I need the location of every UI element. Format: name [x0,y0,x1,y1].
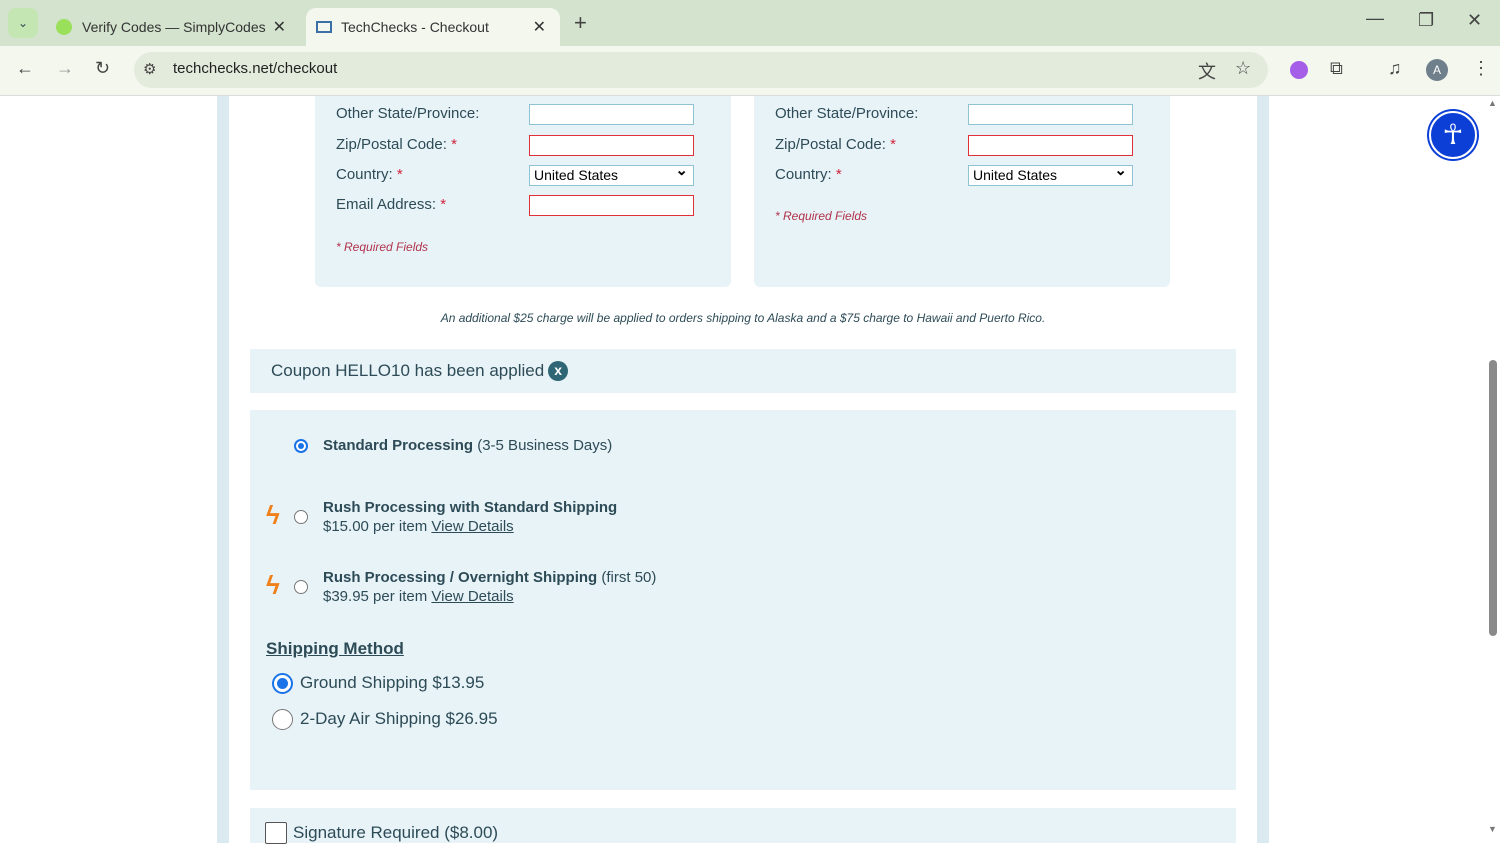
rush-standard-radio[interactable] [294,510,308,524]
tab-title: Verify Codes — SimplyCodes [82,19,266,35]
coupon-message: Coupon HELLO10 has been applied x [271,361,569,381]
remove-coupon-icon[interactable]: x [548,361,569,381]
restore-icon[interactable]: ❐ [1418,10,1434,31]
billing-email-input[interactable] [529,195,694,216]
country-label: Country: * [336,166,403,183]
shipping-country-select[interactable]: United States [968,161,1133,186]
url-text[interactable]: techchecks.net/checkout [173,60,337,77]
lightning-icon: ϟ [266,570,280,600]
accessibility-icon: ☥ [1442,119,1464,150]
reload-icon[interactable]: ↻ [95,58,110,79]
other-state-label: Other State/Province: [775,105,919,122]
zip-label: Zip/Postal Code: * [775,136,896,153]
minimize-icon[interactable]: — [1366,8,1384,29]
extension-icon[interactable] [1290,61,1308,79]
scrollbar[interactable]: ▲ ▼ [1486,96,1500,843]
content-border-right [1257,96,1269,843]
simplycodes-favicon [56,19,72,35]
tab-techchecks[interactable]: TechChecks - Checkout ✕ [306,8,560,46]
tab-bar: ⌄ Verify Codes — SimplyCodes ✕ TechChecks… [0,0,1500,46]
tab-simplycodes[interactable]: Verify Codes — SimplyCodes ✕ [50,8,300,46]
content-border-left [217,96,229,843]
standard-processing-label: Standard Processing (3-5 Business Days) [323,437,613,454]
rush-standard-label: Rush Processing with Standard Shipping $1… [323,499,618,535]
tab-title: TechChecks - Checkout [341,19,489,35]
shipping-method-title: Shipping Method [266,639,404,658]
rush-overnight-radio[interactable] [294,580,308,594]
billing-country-select[interactable]: United States [529,161,694,186]
standard-processing-radio[interactable] [294,439,308,453]
country-label: Country: * [775,166,842,183]
new-tab-icon[interactable]: + [574,10,587,36]
two-day-shipping-label: 2-Day Air Shipping $26.95 [300,709,498,728]
shipping-zip-input[interactable] [968,135,1133,156]
extensions-puzzle-icon[interactable]: ⧉ [1330,58,1343,79]
site-settings-icon[interactable]: ⚙ [143,60,156,78]
scroll-down-icon[interactable]: ▼ [1488,824,1497,834]
close-window-icon[interactable]: ✕ [1467,10,1482,31]
translate-icon[interactable]: 文 [1198,58,1216,84]
signature-checkbox[interactable] [265,822,287,844]
ground-shipping-radio[interactable] [272,673,293,694]
two-day-shipping-radio[interactable] [272,709,293,730]
required-note: * Required Fields [336,240,429,254]
lightning-icon: ϟ [266,500,280,530]
close-tab-icon[interactable]: ✕ [533,17,546,37]
accessibility-button[interactable]: ☥ [1429,111,1477,159]
techchecks-favicon [316,21,332,33]
zip-label: Zip/Postal Code: * [336,136,457,153]
email-label: Email Address: * [336,196,447,213]
scroll-up-icon[interactable]: ▲ [1488,98,1497,108]
scrollbar-thumb[interactable] [1489,360,1497,636]
billing-other-state-input[interactable] [529,104,694,125]
surcharge-notice: An additional $25 charge will be applied… [440,311,1046,325]
bookmark-star-icon[interactable]: ☆ [1235,58,1251,79]
rush-overnight-label: Rush Processing / Overnight Shipping (fi… [323,569,657,605]
billing-zip-input[interactable] [529,135,694,156]
signature-label: Signature Required ($8.00) [293,823,499,842]
forward-icon[interactable]: → [56,58,74,79]
tab-search-button[interactable]: ⌄ [8,8,38,38]
other-state-label: Other State/Province: [336,105,480,122]
required-note: * Required Fields [775,209,868,223]
shipping-other-state-input[interactable] [968,104,1133,125]
view-details-link[interactable]: View Details [431,588,513,605]
avatar[interactable]: A [1426,59,1448,81]
back-icon[interactable]: ← [16,58,34,79]
media-icon[interactable]: ♫ [1388,58,1402,79]
close-tab-icon[interactable]: ✕ [273,17,286,37]
view-details-link[interactable]: View Details [431,518,513,535]
ground-shipping-label: Ground Shipping $13.95 [300,673,485,692]
menu-icon[interactable]: ⋮ [1472,58,1490,79]
